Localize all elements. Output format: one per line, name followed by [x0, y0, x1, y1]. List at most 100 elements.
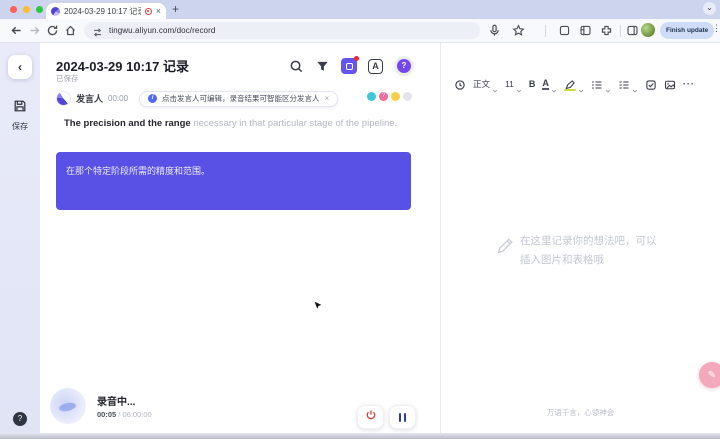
extensions-puzzle-icon[interactable]	[600, 24, 613, 37]
home-icon[interactable]	[64, 24, 77, 37]
transcript-emphasis: The precision and the range	[64, 118, 191, 129]
panel-footer-slogan: 万语千言，心领神会	[546, 408, 615, 417]
browser-tab[interactable]: 2024-03-29 10:17 记录 ×	[46, 3, 166, 19]
feedback-floating-button[interactable]: ✎	[699, 362, 720, 388]
save-label: 保存	[12, 122, 28, 131]
speaker-name[interactable]: 发言人	[76, 92, 103, 105]
extension-a-icon[interactable]	[558, 24, 571, 37]
font-size-select[interactable]: 11	[505, 79, 522, 93]
chevron-down-icon	[632, 81, 638, 93]
recording-status: 录音中...	[97, 397, 136, 408]
translation-block[interactable]: 在那个特定阶段所需的精度和范围。	[56, 152, 411, 210]
chevron-down-icon	[492, 81, 498, 93]
text-color-select[interactable]: A	[542, 77, 557, 93]
smart-view-icon[interactable]	[341, 56, 359, 74]
site-settings-icon[interactable]	[92, 25, 103, 37]
highlight-color-select[interactable]	[563, 78, 584, 93]
reaction-dots: ?	[367, 92, 412, 101]
bullet-list-select[interactable]	[618, 78, 638, 93]
back-icon[interactable]	[10, 24, 23, 37]
forward-icon[interactable]	[28, 24, 41, 37]
stop-recording-button[interactable]	[357, 405, 384, 429]
power-icon	[365, 408, 377, 426]
tingwu-app: ‹ 保存 ? 2024-03-29 10:17 记录 已保存 A ? 发言人 0…	[0, 43, 720, 433]
window-close-button[interactable]	[10, 6, 17, 13]
tab-search-chevron-icon[interactable]: ⌄	[703, 2, 716, 15]
chevron-down-icon	[516, 81, 522, 93]
save-button[interactable]: 保存	[0, 99, 40, 132]
browser-toolbar: tingwu.aliyun.com/doc/record Finish upda…	[0, 19, 720, 43]
tingwu-favicon-icon	[51, 6, 60, 16]
toolbar-divider	[545, 25, 546, 37]
notes-panel: 正文 11 B A ··· 在这里记录你的想法吧，可以 插入图片和表格哦 万语千…	[440, 43, 720, 433]
tip-close-button[interactable]: ×	[325, 94, 330, 103]
chevron-down-icon	[578, 81, 584, 93]
ai-assistant-icon: ?	[397, 59, 411, 73]
side-panel-icon[interactable]	[626, 24, 639, 37]
finish-update-button[interactable]: Finish update	[660, 22, 715, 39]
reaction-dot-teal-icon[interactable]	[367, 92, 376, 101]
window-controls	[10, 6, 43, 13]
url-bar[interactable]: tingwu.aliyun.com/doc/record	[84, 22, 480, 39]
help-button[interactable]: ?	[13, 412, 27, 426]
more-tools-button[interactable]: ···	[683, 79, 695, 89]
bookmark-star-icon[interactable]	[512, 24, 525, 37]
filter-icon[interactable]	[315, 59, 330, 74]
ordered-list-icon	[591, 78, 603, 90]
paragraph-style-select[interactable]: 正文	[473, 78, 498, 93]
pencil-icon	[496, 238, 513, 255]
elapsed-time: 00:05	[97, 410, 117, 419]
placeholder-text: 在这里记录你的想法吧，可以 插入图片和表格哦	[520, 235, 657, 266]
transcript-paragraph[interactable]: The precision and the range necessary in…	[64, 117, 409, 130]
insert-image-icon[interactable]	[664, 78, 676, 90]
toolbar-divider-2	[620, 25, 621, 37]
record-document: 2024-03-29 10:17 记录 已保存 A ? 发言人 00:00 i …	[40, 43, 440, 433]
editor-toolbar: 正文 11 B A ···	[454, 76, 695, 93]
back-to-list-button[interactable]: ‹	[8, 55, 32, 79]
left-rail: ‹ 保存 ?	[0, 43, 40, 433]
reaction-dot-pink-icon[interactable]: ?	[379, 92, 388, 101]
save-floppy-icon	[13, 100, 27, 117]
recorder-bar: 录音中... 00:05 / 06:00:00	[40, 383, 440, 433]
pause-icon	[398, 412, 407, 422]
mouse-cursor	[313, 300, 324, 314]
voice-search-icon[interactable]	[488, 24, 501, 37]
bold-button[interactable]: B	[529, 79, 536, 89]
reaction-dot-gray-icon[interactable]	[403, 92, 412, 101]
pause-recording-button[interactable]	[389, 405, 416, 429]
profile-avatar[interactable]	[641, 23, 655, 37]
document-toolbar: A ?	[289, 56, 414, 76]
url-text: tingwu.aliyun.com/doc/record	[109, 26, 216, 35]
feedback-icon: ✎	[707, 369, 717, 381]
search-icon[interactable]	[289, 59, 304, 74]
browser-tab-strip: 2024-03-29 10:17 记录 × + ⌄	[0, 0, 720, 19]
speaker-tip: i 点击发言人可编辑，录音结果可智能区分发言人 ×	[139, 90, 339, 107]
speaker-row: 发言人 00:00 i 点击发言人可编辑，录音结果可智能区分发言人 ×	[56, 90, 339, 107]
chevron-down-icon	[551, 81, 557, 93]
new-tab-button[interactable]: +	[172, 2, 179, 16]
extension-b-icon[interactable]	[579, 24, 592, 37]
translate-icon[interactable]: A	[368, 58, 383, 74]
speaker-timestamp[interactable]: 00:00	[108, 94, 128, 103]
bullet-list-icon	[618, 78, 630, 90]
tab-close-button[interactable]: ×	[156, 6, 161, 16]
ai-assistant-button[interactable]: ?	[394, 56, 414, 76]
text-color-label: A	[542, 77, 549, 90]
checkbox-icon[interactable]	[645, 78, 657, 90]
notes-placeholder[interactable]: 在这里记录你的想法吧，可以 插入图片和表格哦	[496, 232, 657, 270]
history-icon[interactable]	[454, 78, 466, 90]
recording-time: 00:05 / 06:00:00	[97, 410, 152, 419]
chevron-down-icon	[605, 81, 611, 93]
highlighter-icon	[563, 78, 576, 91]
speaker-avatar[interactable]	[56, 91, 71, 106]
window-zoom-button[interactable]	[36, 6, 43, 13]
window-minimize-button[interactable]	[23, 6, 30, 13]
browser-menu-icon[interactable]: ⋮	[712, 23, 720, 34]
total-time: 06:00:00	[122, 410, 152, 419]
reaction-dot-yellow-icon[interactable]	[391, 92, 400, 101]
reload-icon[interactable]	[46, 24, 59, 37]
ordered-list-select[interactable]	[591, 78, 611, 93]
font-size-label: 11	[505, 79, 514, 89]
tab-title: 2024-03-29 10:17 记录	[64, 6, 141, 16]
smart-view-inner-icon	[345, 62, 353, 70]
